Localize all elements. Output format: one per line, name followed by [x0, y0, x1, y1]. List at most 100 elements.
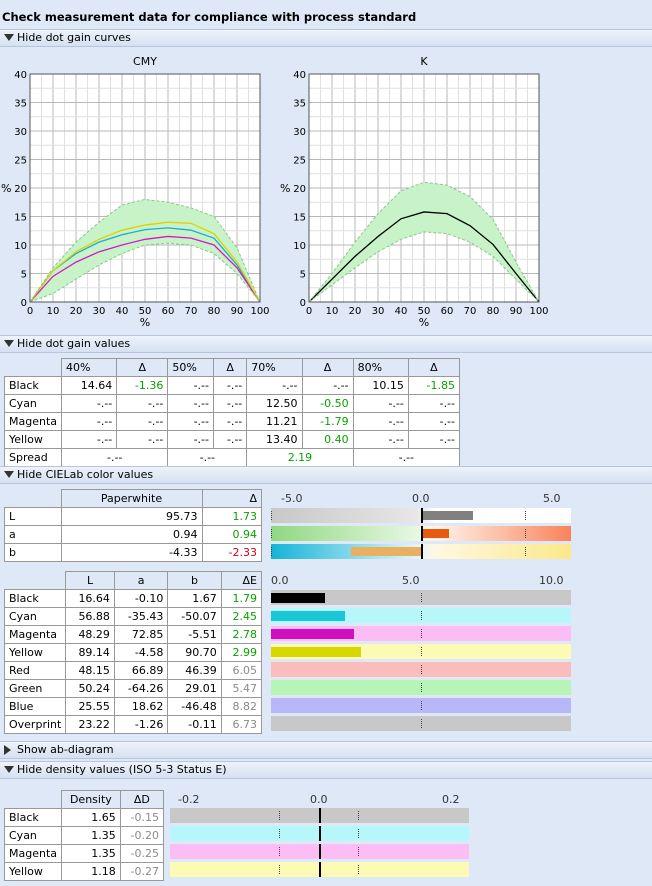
- col-header: 50%: [167, 358, 214, 377]
- tolerance-mark: [525, 511, 527, 520]
- toggle-dot-gain-curves[interactable]: Hide dot gain curves: [0, 29, 652, 47]
- col-header: 80%: [352, 358, 409, 377]
- table-row: Yellow 89.14 -4.58 90.70 2.99: [3, 643, 263, 662]
- x-tick-label: 100: [250, 306, 269, 317]
- toggle-cielab-values[interactable]: Hide CIELab color values: [0, 466, 652, 484]
- x-tick-label: 60: [162, 306, 175, 317]
- y-tick-label: 10: [14, 241, 27, 252]
- delta-cell: -0.15: [119, 808, 165, 827]
- value-cell: 89.14: [65, 643, 115, 662]
- row-label: Cyan: [3, 826, 63, 845]
- section-label: Hide dot gain curves: [17, 31, 131, 44]
- row-label: Cyan: [3, 607, 67, 626]
- x-tick-label: 90: [510, 306, 523, 317]
- delta-cell: -.--: [212, 394, 248, 413]
- delta-cell: -1.79: [301, 412, 354, 431]
- x-tick-label: 30: [372, 306, 385, 317]
- y-tick-label: 5: [300, 270, 306, 281]
- value-cell: -4.58: [113, 643, 169, 662]
- zero-line: [421, 508, 423, 523]
- value-cell: -.--: [167, 430, 214, 449]
- spread-cell: -.--: [352, 448, 461, 467]
- delta-cell: -0.50: [301, 394, 354, 413]
- density-scale-mid: 0.0: [310, 793, 328, 806]
- tolerance-mark: [421, 701, 423, 710]
- table-row-spread: Spread -.-- -.-- 2.19 -.--: [3, 448, 461, 467]
- delta-cell: -.--: [212, 430, 248, 449]
- x-tick-label: 20: [70, 306, 83, 317]
- lab-scale-max: 10.0: [539, 574, 564, 587]
- y-tick-label: 10: [293, 241, 306, 252]
- col-header: Δ: [301, 358, 354, 377]
- table-row: Green 50.24 -64.26 29.01 5.47: [3, 679, 263, 698]
- table-row: a 0.94 0.94: [4, 525, 262, 544]
- toggle-ab-diagram[interactable]: Show ab-diagram: [0, 741, 652, 759]
- y-axis-label: %: [280, 182, 290, 195]
- value-cell: -0.11: [167, 715, 222, 734]
- tolerance-mark: [271, 529, 273, 538]
- table-row: Magenta -.-- -.-- -.-- -.-- 11.21 -1.79 -.-- -.-…: [3, 412, 461, 431]
- col-header: 40%: [61, 358, 118, 377]
- x-tick-label: 10: [47, 306, 60, 317]
- value-cell: -46.48: [167, 697, 222, 716]
- x-axis-label: %: [140, 316, 150, 329]
- col-header: Δ: [201, 489, 262, 508]
- tolerance-mark: [358, 847, 360, 856]
- x-axis-label: %: [419, 316, 429, 329]
- x-tick-label: 20: [349, 306, 362, 317]
- x-tick-label: 100: [529, 306, 548, 317]
- y-tick-label: 35: [293, 99, 306, 110]
- collapse-triangle-icon: [4, 471, 14, 478]
- zero-line: [319, 862, 321, 877]
- y-tick-label: 30: [14, 127, 27, 138]
- row-label: Magenta: [3, 625, 67, 644]
- lab-bar-fill: [271, 647, 361, 657]
- toggle-density-values[interactable]: Hide density values (ISO 5-3 Status E): [0, 761, 652, 779]
- zero-line: [421, 526, 423, 541]
- dot-gain-charts: 0 10 20 30 40 50 60 70 80 90 1000510152025303540CM…: [1, 55, 549, 329]
- value-cell: 1.18: [61, 862, 121, 881]
- value-cell: 48.29: [65, 625, 115, 644]
- table-row: Magenta 1.35 -0.25: [3, 844, 165, 863]
- value-cell: 0.94: [60, 525, 203, 544]
- toggle-dot-gain-values[interactable]: Hide dot gain values: [0, 335, 652, 353]
- table-row: Cyan 56.88 -35.43 -50.07 2.45: [3, 607, 263, 626]
- delta-cell: -1.85: [407, 376, 461, 395]
- tolerance-mark: [271, 511, 273, 520]
- collapse-triangle-icon: [4, 34, 14, 41]
- delta-e-cell: 1.79: [220, 589, 263, 608]
- table-row: b -4.33 -2.33: [4, 543, 262, 562]
- delta-e-cell: 6.73: [220, 715, 263, 734]
- value-cell: 48.15: [65, 661, 115, 680]
- col-header: ΔE: [220, 571, 263, 590]
- row-label: Cyan: [3, 394, 63, 413]
- delta-cell: 1.73: [201, 507, 262, 526]
- x-tick-label: 30: [93, 306, 106, 317]
- x-tick-label: 0: [27, 306, 33, 317]
- delta-cell: -0.20: [119, 826, 165, 845]
- paperwhite-bar-fill: [421, 511, 473, 520]
- row-label: a: [4, 525, 62, 544]
- section-label: Show ab-diagram: [17, 743, 114, 756]
- expand-triangle-icon: [4, 745, 11, 755]
- y-tick-label: 0: [300, 298, 306, 309]
- x-tick-label: 0: [306, 306, 312, 317]
- delta-e-cell: 2.78: [220, 625, 263, 644]
- density-scale-min: -0.2: [178, 793, 200, 806]
- y-tick-label: 20: [293, 184, 306, 195]
- value-cell: -64.26: [113, 679, 169, 698]
- row-label: b: [4, 543, 62, 562]
- tolerance-mark: [279, 829, 281, 838]
- collapse-triangle-icon: [4, 766, 14, 773]
- tolerance-mark: [271, 547, 273, 556]
- row-label: Spread: [3, 448, 63, 467]
- spread-cell: -.--: [61, 448, 169, 467]
- y-tick-label: 25: [14, 156, 27, 167]
- value-cell: -5.51: [167, 625, 222, 644]
- x-tick-label: 40: [395, 306, 408, 317]
- paperwhite-bar-fill: [421, 529, 450, 538]
- chart-title: CMY: [133, 55, 157, 68]
- y-tick-label: 40: [293, 70, 306, 81]
- table-row: Magenta 48.29 72.85 -5.51 2.78: [3, 625, 263, 644]
- density-table: Density ΔD Black 1.65 -0.15 Cyan 1.35 -0.20 Ma…: [3, 790, 165, 881]
